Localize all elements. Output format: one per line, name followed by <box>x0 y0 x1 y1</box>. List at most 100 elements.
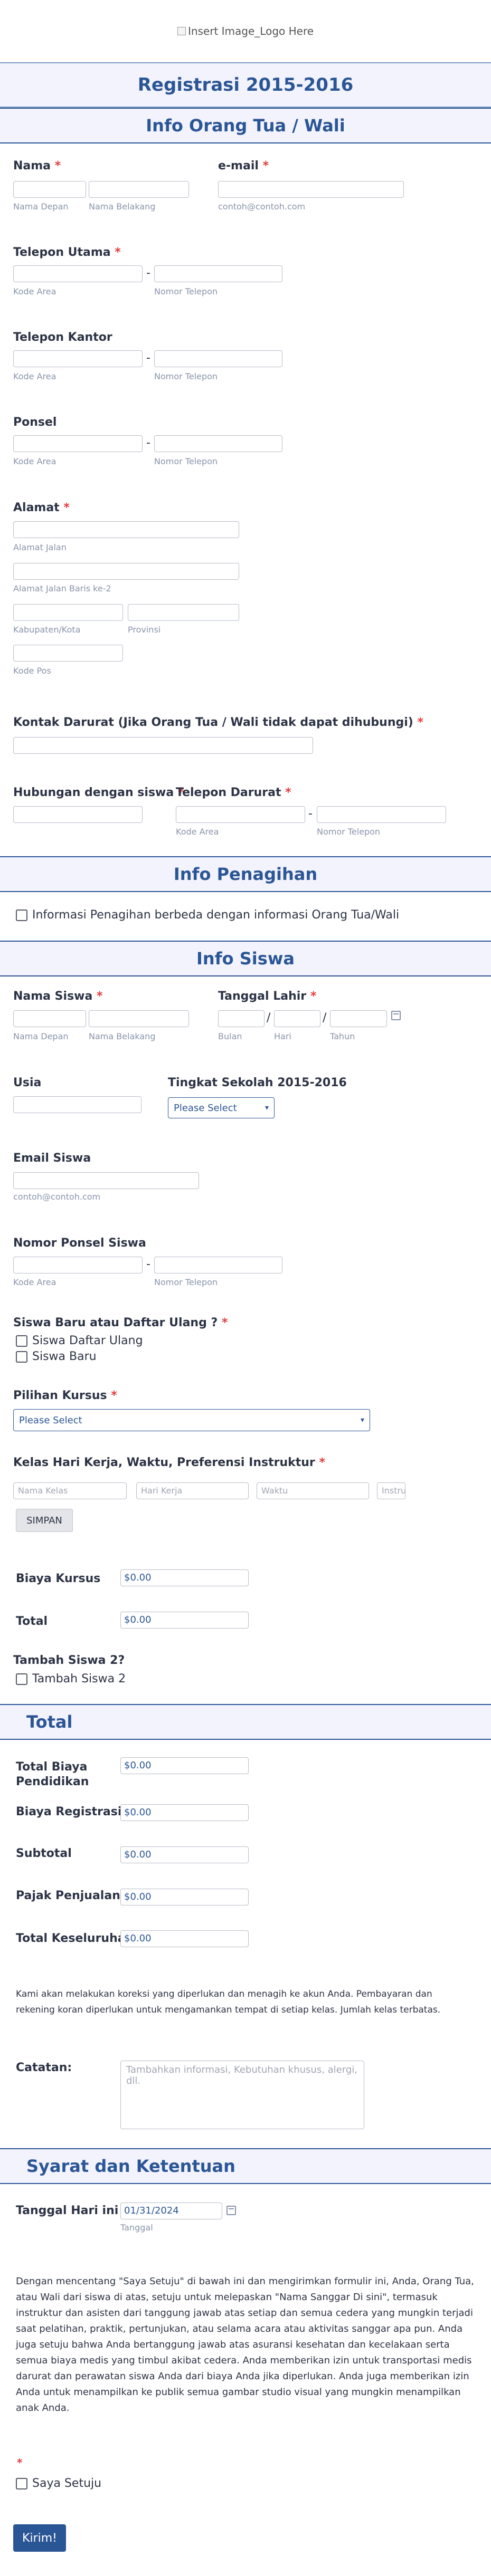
section-student: Info Siswa <box>0 941 491 976</box>
relationship-label: Hubungan dengan siswa * <box>13 786 184 799</box>
area-sub: Kode Area <box>176 827 219 837</box>
grand-total-label: Total Keseluruhan <box>16 1932 134 1945</box>
birth-year-input[interactable] <box>330 1010 387 1027</box>
class-time-input[interactable]: Waktu <box>257 1482 369 1499</box>
subtotal-label: Subtotal <box>16 1847 72 1860</box>
section-terms-title: Syarat dan Ketentuan <box>26 2156 235 2176</box>
number-sub: Nomor Telepon <box>154 286 218 296</box>
grade-label: Tingkat Sekolah 2015-2016 <box>168 1076 347 1089</box>
age-input[interactable] <box>13 1096 141 1113</box>
postal-input[interactable] <box>13 645 123 662</box>
calendar-icon[interactable] <box>226 2206 236 2215</box>
save-button[interactable]: SIMPAN <box>16 1509 73 1532</box>
main-phone-area-input[interactable] <box>13 265 143 282</box>
subtotal-field: $0.00 <box>120 1846 249 1863</box>
course-select-value: Please Select <box>19 1414 82 1426</box>
registration-fee-label: Biaya Registrasi <box>16 1805 122 1818</box>
calendar-icon[interactable] <box>391 1011 401 1020</box>
student-name-label: Nama Siswa * <box>13 990 103 1003</box>
student-email-input[interactable] <box>13 1172 199 1189</box>
status-new-checkbox[interactable] <box>16 1351 27 1363</box>
date-sub: Tanggal <box>120 2223 153 2233</box>
birth-month-input[interactable] <box>218 1010 265 1027</box>
emergency-contact-input[interactable] <box>13 737 313 754</box>
office-phone-number-input[interactable] <box>154 350 282 367</box>
section-billing-title: Info Penagihan <box>173 864 318 884</box>
street2-sub: Alamat Jalan Baris ke-2 <box>13 583 111 593</box>
email-sub: contoh@contoh.com <box>218 202 306 212</box>
agree-checkbox[interactable] <box>16 2478 27 2489</box>
parent-email-input[interactable] <box>218 181 404 198</box>
sales-tax-field: $0.00 <box>120 1889 249 1905</box>
billing-different-label: Informasi Penagihan berbeda dengan infor… <box>32 908 400 922</box>
main-phone-number-input[interactable] <box>154 265 282 282</box>
phone-dash: - <box>146 351 150 365</box>
submit-button[interactable]: Kirim! <box>13 2524 66 2552</box>
first-name-sub: Nama Depan <box>13 1031 69 1041</box>
grade-select-value: Please Select <box>174 1102 237 1114</box>
agree-required-mark: * <box>17 2456 23 2469</box>
relationship-input[interactable] <box>13 806 143 823</box>
student-cell-number-input[interactable] <box>154 1257 282 1273</box>
billing-different-checkbox[interactable] <box>16 909 27 921</box>
registration-fee-field: $0.00 <box>120 1804 249 1821</box>
main-phone-label: Telepon Utama * <box>13 246 121 259</box>
student-last-name-input[interactable] <box>89 1010 189 1027</box>
form-title: Registrasi 2015-2016 <box>137 74 354 95</box>
office-phone-area-input[interactable] <box>13 350 143 367</box>
cell-phone-label: Ponsel <box>13 416 57 429</box>
phone-dash: - <box>146 266 150 280</box>
tuition-total-field: $0.00 <box>120 1757 249 1774</box>
grade-select[interactable]: Please Select ▾ <box>168 1097 275 1118</box>
number-sub: Nomor Telepon <box>154 456 218 466</box>
section-total: Total <box>0 1704 491 1740</box>
postal-sub: Kode Pos <box>13 666 51 676</box>
day-sub: Hari <box>274 1031 291 1041</box>
class-day-input[interactable]: Hari Kerja <box>136 1482 249 1499</box>
address-label: Alamat * <box>13 501 70 514</box>
terms-paragraph: Dengan mencentang "Saya Setuju" di bawah… <box>16 2276 474 2414</box>
cell-phone-number-input[interactable] <box>154 435 282 452</box>
year-sub: Tahun <box>330 1031 355 1041</box>
city-sub: Kabupaten/Kota <box>13 625 81 635</box>
cell-phone-area-input[interactable] <box>13 435 143 452</box>
phone-dash: - <box>308 807 313 820</box>
street-input[interactable] <box>13 521 239 538</box>
class-name-input[interactable]: Nama Kelas <box>13 1482 127 1499</box>
last-name-sub: Nama Belakang <box>89 202 156 212</box>
course-fee-field: $0.00 <box>120 1569 249 1586</box>
month-sub: Bulan <box>218 1031 242 1041</box>
status-reenroll-checkbox[interactable] <box>16 1335 27 1347</box>
emergency-phone-area-input[interactable] <box>176 806 305 823</box>
class-instructor-input[interactable]: Instru <box>377 1482 405 1499</box>
area-sub: Kode Area <box>13 456 56 466</box>
number-sub: Nomor Telepon <box>317 827 381 837</box>
province-input[interactable] <box>128 604 239 621</box>
last-name-sub: Nama Belakang <box>89 1031 156 1041</box>
tuition-total-label: Total Biaya Pendidikan <box>16 1760 89 1788</box>
student-first-name-input[interactable] <box>13 1010 86 1027</box>
section-terms: Syarat dan Ketentuan <box>0 2148 491 2184</box>
street2-input[interactable] <box>13 563 239 580</box>
student-cell-area-input[interactable] <box>13 1257 143 1273</box>
course-select[interactable]: Please Select ▾ <box>13 1409 370 1431</box>
notes-textarea[interactable]: Tambahkan informasi, Kebutuhan khusus, a… <box>120 2061 364 2129</box>
email-sub: contoh@contoh.com <box>13 1192 101 1202</box>
first-name-sub: Nama Depan <box>13 202 69 212</box>
section-billing: Info Penagihan <box>0 856 491 892</box>
emergency-phone-number-input[interactable] <box>317 806 446 823</box>
parent-last-name-input[interactable] <box>89 181 189 198</box>
add-student-checkbox[interactable] <box>16 1673 27 1685</box>
age-label: Usia <box>13 1076 42 1089</box>
chevron-down-icon: ▾ <box>265 1104 269 1112</box>
section-total-title: Total <box>26 1712 73 1732</box>
date-slash: / <box>267 1011 271 1024</box>
province-sub: Provinsi <box>128 625 161 635</box>
parent-first-name-input[interactable] <box>13 181 86 198</box>
city-input[interactable] <box>13 604 123 621</box>
parent-name-label: Nama * <box>13 159 61 173</box>
birth-day-input[interactable] <box>274 1010 320 1027</box>
form-title-bar: Registrasi 2015-2016 <box>0 62 491 108</box>
today-date-input[interactable]: 01/31/2024 <box>120 2202 222 2219</box>
emergency-contact-label: Kontak Darurat (Jika Orang Tua / Wali ti… <box>13 716 424 729</box>
